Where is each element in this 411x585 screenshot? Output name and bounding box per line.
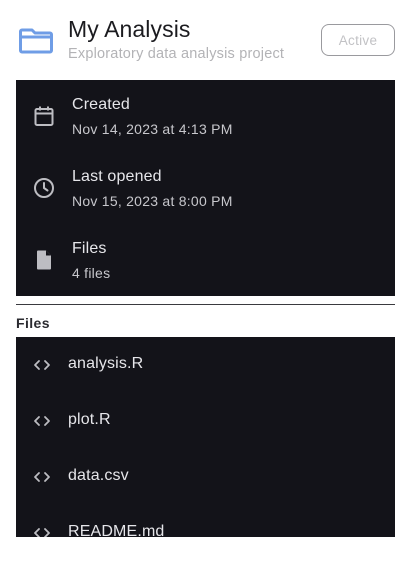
section-divider [16, 304, 395, 305]
info-label: Last opened [72, 168, 162, 185]
file-name: data.csv [68, 467, 129, 484]
calendar-icon [32, 104, 56, 128]
info-value: Nov 15, 2023 at 8:00 PM [72, 193, 233, 209]
code-icon [32, 465, 52, 489]
code-icon [32, 353, 52, 377]
info-label: Files [72, 240, 107, 257]
folder-icon [18, 24, 54, 56]
project-info-panel: Created Nov 14, 2023 at 4:13 PM Last ope… [16, 80, 395, 296]
info-row-files: Files 4 files [16, 224, 395, 296]
info-value: 4 files [72, 265, 111, 281]
project-header: My Analysis Exploratory data analysis pr… [0, 0, 411, 80]
info-value: Nov 14, 2023 at 4:13 PM [72, 121, 233, 137]
project-description: Exploratory data analysis project [68, 46, 285, 62]
code-icon [32, 409, 52, 433]
file-name: README.md [68, 523, 165, 537]
files-list: analysis.R plot.R data.csv README.md [16, 337, 395, 537]
file-name: plot.R [68, 411, 111, 428]
file-item[interactable]: data.csv [16, 449, 395, 505]
file-name: analysis.R [68, 355, 144, 372]
code-icon [32, 521, 52, 537]
info-label: Created [72, 96, 130, 113]
status-button[interactable]: Active [321, 24, 395, 56]
project-title: My Analysis [68, 16, 191, 42]
file-item[interactable]: analysis.R [16, 337, 395, 393]
info-row-created: Created Nov 14, 2023 at 4:13 PM [16, 80, 395, 152]
clock-icon [32, 176, 56, 200]
file-icon [32, 248, 56, 272]
files-section-title: Files [16, 315, 50, 331]
file-item[interactable]: README.md [16, 505, 395, 537]
info-row-last-opened: Last opened Nov 15, 2023 at 8:00 PM [16, 152, 395, 224]
file-item[interactable]: plot.R [16, 393, 395, 449]
